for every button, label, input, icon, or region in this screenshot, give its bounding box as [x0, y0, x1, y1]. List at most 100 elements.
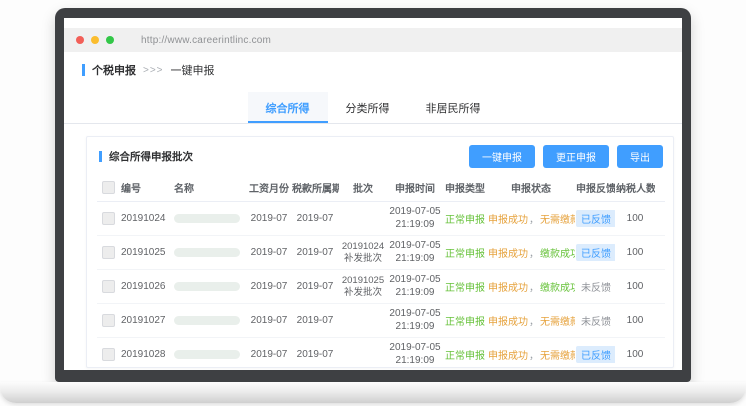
status-suffix: 缴款成功: [540, 283, 575, 294]
row-checkbox[interactable]: [102, 246, 115, 259]
status-suffix: 无需缴款: [540, 351, 575, 362]
column-header: 批次: [339, 174, 387, 202]
declared-date: 2019-07-05: [388, 308, 442, 321]
table-row[interactable]: 20191028 2019-07 2019-07 2019-07-05 21:1…: [97, 338, 665, 369]
declared-time-cell: 2019-07-05 21:19:09: [387, 304, 443, 338]
close-window-icon[interactable]: [76, 36, 84, 44]
declared-date: 2019-07-05: [388, 274, 442, 287]
tax-period-cell: 2019-07: [291, 202, 339, 236]
declared-time: 21:19:09: [388, 355, 442, 368]
select-all-checkbox[interactable]: [102, 181, 115, 194]
declare-type-label: 正常申报: [445, 215, 485, 226]
table-row[interactable]: 20191026 2019-07 2019-07 20191025 补发批次 2…: [97, 270, 665, 304]
one-click-declare-button[interactable]: 一键申报: [469, 145, 535, 168]
breadcrumb-current: 一键申报: [171, 62, 215, 78]
declared-time: 21:19:09: [388, 287, 442, 300]
name-cell: [173, 338, 247, 369]
row-checkbox[interactable]: [102, 280, 115, 293]
tab-comprehensive-income[interactable]: 综合所得: [248, 92, 328, 123]
salary-month-cell: 2019-07: [247, 338, 291, 369]
status-cell: 申报成功，无需缴款: [487, 304, 575, 338]
clipped-cell: 11: [655, 236, 665, 270]
table-row[interactable]: 20191025 2019-07 2019-07 20191024 补发批次 2…: [97, 236, 665, 270]
status-prefix: 申报成功: [488, 351, 528, 362]
status-suffix: 缴款成功: [540, 249, 575, 260]
declaration-batch-card: 综合所得申报批次 一键申报 更正申报 导出: [86, 136, 674, 368]
table-body: 20191024 2019-07 2019-07 2019-07-05 21:1…: [97, 202, 665, 369]
breadcrumb-section: 个税申报: [92, 62, 136, 78]
minimize-window-icon[interactable]: [91, 36, 99, 44]
status-separator: ，: [529, 317, 539, 328]
declare-type-cell: 正常申报: [443, 304, 487, 338]
redacted-name-placeholder: [174, 214, 240, 223]
column-header: 申报状态: [487, 174, 575, 202]
breadcrumb-separator: >>>: [143, 65, 164, 76]
clipped-cell: 11: [655, 270, 665, 304]
select-all-cell: [97, 174, 119, 202]
batch-cell: 20191025 补发批次: [339, 270, 387, 304]
taxpayer-count-cell: 100: [615, 304, 655, 338]
declared-time-cell: 2019-07-05 21:19:09: [387, 338, 443, 369]
card-title-row: 综合所得申报批次: [99, 149, 193, 164]
name-cell: [173, 202, 247, 236]
clipped-column-header: [655, 174, 665, 202]
section-marker: [82, 64, 85, 76]
batch-no: 20191024: [340, 241, 386, 252]
tab-nonresident-income[interactable]: 非居民所得: [408, 92, 499, 123]
export-button[interactable]: 导出: [617, 145, 663, 168]
salary-month-cell: 2019-07: [247, 236, 291, 270]
tab-classified-income[interactable]: 分类所得: [328, 92, 408, 123]
browser-address-bar[interactable]: http://www.careerintlinc.com: [64, 28, 682, 52]
batch-id-cell: 20191025: [119, 236, 173, 270]
table-header-row: 编号名称工资月份税款所属期批次申报时间申报类型申报状态申报反馈纳税人数: [97, 174, 665, 202]
table-row[interactable]: 20191024 2019-07 2019-07 2019-07-05 21:1…: [97, 202, 665, 236]
taxpayer-count-cell: 100: [615, 236, 655, 270]
card-title-marker: [99, 151, 102, 162]
declared-time-cell: 2019-07-05 21:19:09: [387, 202, 443, 236]
correction-declare-button[interactable]: 更正申报: [543, 145, 609, 168]
declare-type-cell: 正常申报: [443, 236, 487, 270]
row-select-cell: [97, 236, 119, 270]
redacted-name-placeholder: [174, 350, 240, 359]
row-checkbox[interactable]: [102, 314, 115, 327]
salary-month-cell: 2019-07: [247, 304, 291, 338]
batch-id-cell: 20191024: [119, 202, 173, 236]
status-suffix: 无需缴款: [540, 215, 575, 226]
status-prefix: 申报成功: [488, 283, 528, 294]
declared-date: 2019-07-05: [388, 342, 442, 355]
status-separator: ，: [529, 283, 539, 294]
declared-date: 2019-07-05: [388, 206, 442, 219]
tax-period-cell: 2019-07: [291, 338, 339, 369]
batch-cell: [339, 304, 387, 338]
salary-month-cell: 2019-07: [247, 270, 291, 304]
feedback-label: 已反馈: [576, 244, 615, 261]
column-header: 工资月份: [247, 174, 291, 202]
declared-time: 21:19:09: [388, 219, 442, 232]
clipped-cell: 11: [655, 202, 665, 236]
tax-period-cell: 2019-07: [291, 270, 339, 304]
table-row[interactable]: 20191027 2019-07 2019-07 2019-07-05 21:1…: [97, 304, 665, 338]
feedback-label: 未反馈: [576, 278, 615, 295]
row-select-cell: [97, 338, 119, 369]
declare-type-cell: 正常申报: [443, 270, 487, 304]
feedback-label: 未反馈: [576, 312, 615, 329]
row-checkbox[interactable]: [102, 348, 115, 361]
url-text: http://www.careerintlinc.com: [141, 35, 271, 46]
column-header: 申报反馈: [575, 174, 615, 202]
declared-date: 2019-07-05: [388, 240, 442, 253]
status-cell: 申报成功，缴款成功: [487, 270, 575, 304]
declare-type-label: 正常申报: [445, 249, 485, 260]
taxpayer-count-cell: 100: [615, 338, 655, 369]
browser-window: http://www.careerintlinc.com 个税申报 >>> 一键…: [64, 18, 682, 370]
batch-table-wrapper: 编号名称工资月份税款所属期批次申报时间申报类型申报状态申报反馈纳税人数 2019…: [97, 174, 665, 368]
redacted-name-placeholder: [174, 282, 240, 291]
maximize-window-icon[interactable]: [106, 36, 114, 44]
column-header: 申报时间: [387, 174, 443, 202]
status-separator: ，: [529, 249, 539, 260]
row-checkbox[interactable]: [102, 212, 115, 225]
laptop-mockup: http://www.careerintlinc.com 个税申报 >>> 一键…: [0, 0, 746, 406]
redacted-name-placeholder: [174, 316, 240, 325]
action-buttons: 一键申报 更正申报 导出: [461, 145, 663, 168]
declared-time-cell: 2019-07-05 21:19:09: [387, 270, 443, 304]
status-cell: 申报成功，无需缴款: [487, 338, 575, 369]
